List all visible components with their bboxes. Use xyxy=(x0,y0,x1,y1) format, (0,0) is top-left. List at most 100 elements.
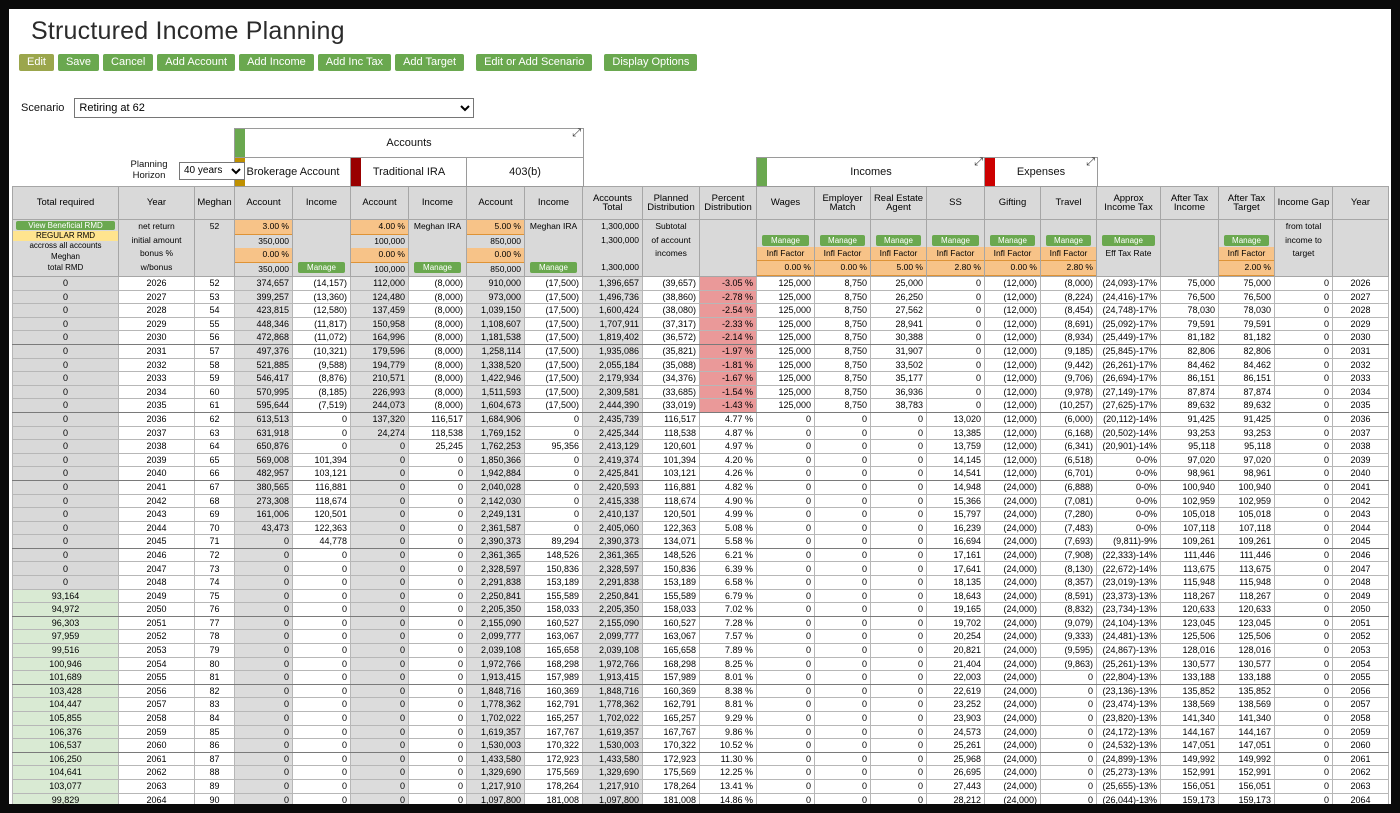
table-row-2032[interactable]: 0 2032 58 521,885 (9,588) 194,779 (8,000) 1,338… xyxy=(12,357,1389,373)
table-row-2054[interactable]: 100,946 2054 80 0 0 0 0 1,972,766 168,298 1,972,7… xyxy=(12,656,1389,672)
table-row-2028[interactable]: 0 2028 54 423,815 (12,580) 137,459 (8,000) 1,03… xyxy=(12,303,1389,318)
accounts-expand-icon[interactable]: ⤢ xyxy=(572,127,581,140)
real-estate-agent-sub-button[interactable]: Manage xyxy=(876,234,921,246)
ss-sub-button[interactable]: Manage xyxy=(932,234,979,246)
accounts-color-bar xyxy=(235,129,245,157)
table-row-2038[interactable]: 0 2038 64 650,876 0 0 25,245 1,762,253 95,356 2,4… xyxy=(12,439,1389,454)
traditional-ira-income-sub-button[interactable]: Manage xyxy=(414,261,461,273)
plan403b-income-sub: Meghan IRA Manage xyxy=(524,219,583,277)
col-header-22: Year xyxy=(1332,186,1389,220)
col-header-6: Income xyxy=(408,186,467,220)
table-row-2050[interactable]: 94,972 2050 76 0 0 0 0 2,205,350 158,033 2,205,35… xyxy=(12,602,1389,617)
col-header-14: Real Estate Agent xyxy=(870,186,927,220)
travel-sub: Manage Infl Factor 2.80 % xyxy=(1040,219,1097,277)
travel-sub-button[interactable]: Manage xyxy=(1046,234,1091,246)
add-inc-tax-button[interactable]: Add Inc Tax xyxy=(317,54,392,71)
incomes-expand-icon[interactable]: ⤢ xyxy=(974,156,983,169)
col-header-5: Account xyxy=(350,186,409,220)
display-options-button[interactable]: Display Options xyxy=(604,54,698,71)
group-header-band: Accounts ⤢ Brokerage Account Traditional… xyxy=(12,127,1391,187)
table-row-2061[interactable]: 106,250 2061 87 0 0 0 0 1,433,580 172,923 1,433,5… xyxy=(12,751,1389,767)
table-row-2058[interactable]: 105,855 2058 84 0 0 0 0 1,702,022 165,257 1,702,0… xyxy=(12,711,1389,726)
total-required-stack-button[interactable]: View Beneficial RMD xyxy=(16,220,115,231)
table-row-2033[interactable]: 0 2033 59 546,417 (8,876) 210,571 (8,000) 1,422… xyxy=(12,371,1389,386)
traditional-ira-group: Traditional IRA xyxy=(350,157,468,187)
table-row-2042[interactable]: 0 2042 68 273,308 118,674 0 0 2,142,030 0 2,415,3… xyxy=(12,493,1389,509)
table-row-2046[interactable]: 0 2046 72 0 0 0 0 2,361,365 148,526 2,361,365 148,… xyxy=(12,547,1389,563)
table-row-2056[interactable]: 103,428 2056 82 0 0 0 0 1,848,716 160,369 1,848,7… xyxy=(12,683,1389,699)
expenses-group: Expenses ⤢ xyxy=(984,156,1098,187)
table-row-2041[interactable]: 0 2041 67 380,565 116,881 0 0 2,040,028 0 2,420,5… xyxy=(12,479,1389,495)
brokerage-group-label: Brokerage Account xyxy=(246,166,340,178)
table-row-2043[interactable]: 0 2043 69 161,006 120,501 0 0 2,249,131 0 2,410,1… xyxy=(12,507,1389,522)
table-row-2060[interactable]: 106,537 2060 86 0 0 0 0 1,530,003 170,322 1,530,0… xyxy=(12,738,1389,753)
table-row-2044[interactable]: 0 2044 70 43,473 122,363 0 0 2,361,587 0 2,405,06… xyxy=(12,520,1389,536)
table-row-2064[interactable]: 99,829 2064 90 0 0 0 0 1,097,800 181,008 1,097,80… xyxy=(12,792,1389,804)
after-tax-target-sub-button[interactable]: Manage xyxy=(1224,234,1269,246)
expenses-expand-icon[interactable]: ⤢ xyxy=(1086,156,1095,169)
table-row-2055[interactable]: 101,689 2055 81 0 0 0 0 1,913,415 157,989 1,913,4… xyxy=(12,670,1389,685)
table-row-2030[interactable]: 0 2030 56 472,868 (11,072) 164,996 (8,000) 1,18… xyxy=(12,330,1389,345)
table-row-2037[interactable]: 0 2037 63 631,918 0 24,274 118,538 1,769,152 0 2,… xyxy=(12,425,1389,441)
gifting-sub-button[interactable]: Manage xyxy=(990,234,1035,246)
table-row-2035[interactable]: 0 2035 61 595,644 (7,519) 244,073 (8,000) 1,604… xyxy=(12,398,1389,413)
plan-403b-group: 403(b) xyxy=(466,157,584,187)
table-row-2057[interactable]: 104,447 2057 83 0 0 0 0 1,778,362 162,791 1,778,3… xyxy=(12,697,1389,712)
col-header-2: Meghan xyxy=(194,186,235,220)
accounts-group: Accounts ⤢ xyxy=(234,127,584,158)
edit-or-add-scenario-button[interactable]: Edit or Add Scenario xyxy=(476,54,593,71)
wages-sub-button[interactable]: Manage xyxy=(762,234,809,246)
scenario-label: Scenario xyxy=(21,102,65,114)
approx-income-tax-sub-button[interactable]: Manage xyxy=(1102,234,1155,246)
traditional-ira-color-bar xyxy=(351,158,361,186)
table-row-2026[interactable]: 0 2026 52 374,657 (14,157) 112,000 (8,000) 910,… xyxy=(12,276,1389,291)
planning-table: Total required Year Meghan Account Income Acc… xyxy=(12,186,1390,804)
plan-403b-group-label: 403(b) xyxy=(509,166,541,178)
add-account-button[interactable]: Add Account xyxy=(157,54,236,71)
table-row-2052[interactable]: 97,959 2052 78 0 0 0 0 2,099,777 163,067 2,099,77… xyxy=(12,629,1389,645)
planning-horizon-label: Planning Horizon xyxy=(130,159,168,181)
sub-row-labels: net return initial amount bonus % w/bonus xyxy=(118,219,195,277)
table-row-2053[interactable]: 99,516 2053 79 0 0 0 0 2,039,108 165,658 2,039,10… xyxy=(12,643,1389,658)
table-row-2048[interactable]: 0 2048 74 0 0 0 0 2,291,838 153,189 2,291,838 153,… xyxy=(12,575,1389,590)
table-row-2047[interactable]: 0 2047 73 0 0 0 0 2,328,597 150,836 2,328,597 150,… xyxy=(12,561,1389,577)
brokerage-group: Brokerage Account xyxy=(234,157,352,187)
accounts-group-label: Accounts xyxy=(386,137,432,149)
planning-horizon-select[interactable]: 40 years xyxy=(179,161,245,180)
page-title: Structured Income Planning xyxy=(31,17,345,45)
table-row-2039[interactable]: 0 2039 65 569,008 101,394 0 0 1,850,366 0 2,419,3… xyxy=(12,452,1389,468)
col-header-13: Employer Match xyxy=(814,186,871,220)
col-header-12: Wages xyxy=(756,186,815,220)
table-row-2059[interactable]: 106,376 2059 85 0 0 0 0 1,619,357 167,767 1,619,3… xyxy=(12,724,1389,740)
col-header-11: Percent Distribution xyxy=(699,186,757,220)
add-income-button[interactable]: Add Income xyxy=(239,54,314,71)
table-row-2045[interactable]: 0 2045 71 0 44,778 0 0 2,390,373 89,294 2,390,373… xyxy=(12,534,1389,549)
col-header-16: Gifting xyxy=(984,186,1041,220)
table-row-2063[interactable]: 103,077 2063 89 0 0 0 0 1,217,910 178,264 1,217,9… xyxy=(12,778,1389,794)
col-header-10: Planned Distribution xyxy=(642,186,700,220)
gifting-sub: Manage Infl Factor 0.00 % xyxy=(984,219,1041,277)
after-tax-income-sub xyxy=(1160,219,1219,277)
col-header-3: Account xyxy=(234,186,293,220)
table-row-2034[interactable]: 0 2034 60 570,995 (8,185) 226,993 (8,000) 1,511… xyxy=(12,384,1389,400)
table-row-2036[interactable]: 0 2036 62 613,513 0 137,320 116,517 1,684,906 0 2… xyxy=(12,411,1389,427)
col-header-18: Approx Income Tax xyxy=(1096,186,1161,220)
cancel-button[interactable]: Cancel xyxy=(103,54,154,71)
table-row-2040[interactable]: 0 2040 66 482,957 103,121 0 0 1,942,884 0 2,425,8… xyxy=(12,466,1389,481)
planning-table-area: Accounts ⤢ Brokerage Account Traditional… xyxy=(12,127,1391,804)
table-row-2029[interactable]: 0 2029 55 448,346 (11,817) 150,958 (8,000) 1,10… xyxy=(12,316,1389,332)
employer-match-sub-button[interactable]: Manage xyxy=(820,234,865,246)
table-row-2062[interactable]: 104,641 2062 88 0 0 0 0 1,329,690 175,569 1,329,6… xyxy=(12,765,1389,780)
table-row-2031[interactable]: 0 2031 57 497,376 (10,321) 179,596 (8,000) 1,25… xyxy=(12,343,1389,359)
table-row-2051[interactable]: 96,303 2051 77 0 0 0 0 2,155,090 160,527 2,155,09… xyxy=(12,615,1389,631)
brokerage-income-sub-button[interactable]: Manage xyxy=(298,261,345,273)
scenario-select[interactable]: Retiring at 62 xyxy=(74,98,475,118)
edit-button[interactable]: Edit xyxy=(19,54,54,71)
add-target-button[interactable]: Add Target xyxy=(395,54,465,71)
table-row-2049[interactable]: 93,164 2049 75 0 0 0 0 2,250,841 155,589 2,250,84… xyxy=(12,588,1389,604)
plan403b-income-sub-button[interactable]: Manage xyxy=(530,261,577,273)
save-button[interactable]: Save xyxy=(57,54,100,71)
app-window: Structured Income Planning Edit Save Can… xyxy=(9,9,1391,804)
table-row-2027[interactable]: 0 2027 53 399,257 (13,360) 124,480 (8,000) 973,… xyxy=(12,289,1389,305)
employer-match-sub: Manage Infl Factor 0.00 % xyxy=(814,219,871,277)
